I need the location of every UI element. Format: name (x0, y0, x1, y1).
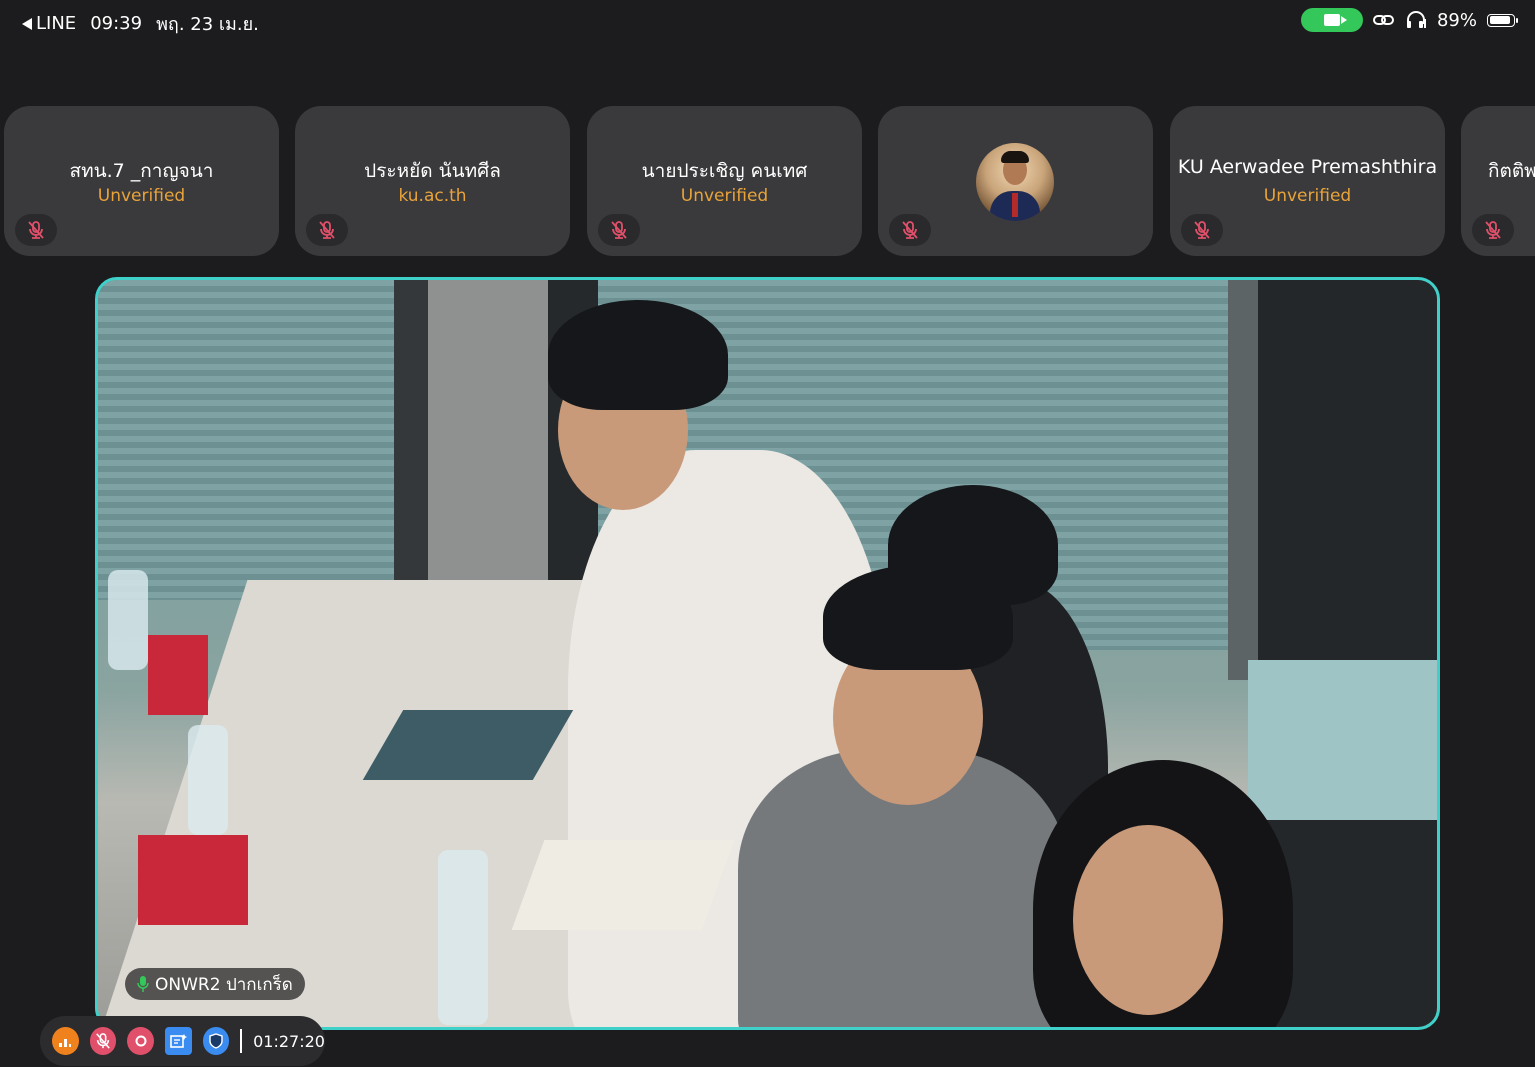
video-bottle (438, 850, 488, 1025)
mic-muted-icon (598, 214, 640, 246)
participant-tile[interactable]: สทน.7 _กาญจนา Unverified (4, 106, 279, 256)
video-pillar (1228, 280, 1258, 680)
participant-name: กิตติพ (1488, 160, 1535, 182)
participant-status: ku.ac.th (398, 186, 467, 206)
video-bottle (188, 725, 228, 835)
call-timer: 01:27:20 (253, 1031, 325, 1051)
video-bottle (108, 570, 148, 670)
participant-tile[interactable]: ประหยัด นันทศีล ku.ac.th (295, 106, 570, 256)
video-window-left (98, 280, 398, 600)
back-to-app[interactable]: LINE (22, 13, 76, 34)
participant-status: Unverified (680, 186, 769, 206)
mic-active-icon (137, 976, 149, 992)
shield-icon[interactable] (202, 1027, 230, 1055)
participant-strip[interactable]: สทน.7 _กาญจนา Unverified ประหยัด นันทศีล… (4, 106, 1535, 258)
status-time: 09:39 (90, 13, 143, 34)
headphones-icon (1406, 11, 1426, 28)
back-arrow-icon (22, 17, 32, 30)
video-tissue-box (148, 635, 208, 715)
main-speaker-video[interactable] (95, 277, 1440, 1030)
status-bar: LINE 09:39 พฤ. 23 เม.ย. 89% (0, 0, 1535, 42)
avatar (976, 143, 1054, 221)
speaker-label: ONWR2 ปากเกร็ด (125, 968, 305, 1000)
video-tissue-box (138, 835, 248, 925)
status-bar-left: LINE 09:39 พฤ. 23 เม.ย. (22, 9, 259, 38)
mic-muted-icon (15, 214, 57, 246)
participant-tile[interactable]: KU Aerwadee Premashthira Unverified (1170, 106, 1445, 256)
camera-active-icon[interactable] (1300, 8, 1363, 32)
video-wall (428, 280, 548, 580)
toolbar-divider (240, 1029, 243, 1053)
video-window-right (1248, 660, 1437, 820)
call-toolbar: 01:27:20 (40, 1016, 325, 1066)
record-button[interactable] (127, 1027, 154, 1055)
speaker-name: ONWR2 ปากเกร็ด (155, 974, 293, 995)
participant-status: Unverified (1263, 186, 1352, 206)
participant-name: ประหยัด นันทศีล (364, 160, 501, 182)
participant-tile[interactable]: กิตติพ (1461, 106, 1535, 256)
status-date: พฤ. 23 เม.ย. (156, 14, 259, 35)
mic-muted-icon (889, 214, 931, 246)
mic-muted-icon (1472, 214, 1514, 246)
link-icon (1372, 15, 1394, 25)
video-face (1073, 825, 1223, 1015)
notes-icon[interactable] (164, 1027, 192, 1055)
mic-muted-icon (306, 214, 348, 246)
participant-name: สทน.7 _กาญจนา (69, 160, 214, 182)
participant-name: KU Aerwadee Premashthira (1177, 156, 1438, 178)
back-app-label: LINE (36, 13, 77, 34)
status-bar-right: 89% (1300, 8, 1518, 32)
mic-muted-icon (1181, 214, 1223, 246)
video-notebook (511, 840, 735, 930)
participant-tile[interactable] (878, 106, 1153, 256)
participant-status: Unverified (97, 186, 186, 206)
video-hair (548, 300, 728, 410)
video-hair (823, 565, 1013, 670)
signal-icon[interactable] (52, 1027, 79, 1055)
video-pillar (394, 280, 428, 610)
participant-tile[interactable]: นายประเชิญ คนเทศ Unverified (587, 106, 862, 256)
battery-icon (1487, 13, 1518, 27)
battery-percent: 89% (1436, 9, 1477, 31)
participant-name: นายประเชิญ คนเทศ (641, 160, 808, 182)
mic-muted-button[interactable] (89, 1027, 117, 1055)
